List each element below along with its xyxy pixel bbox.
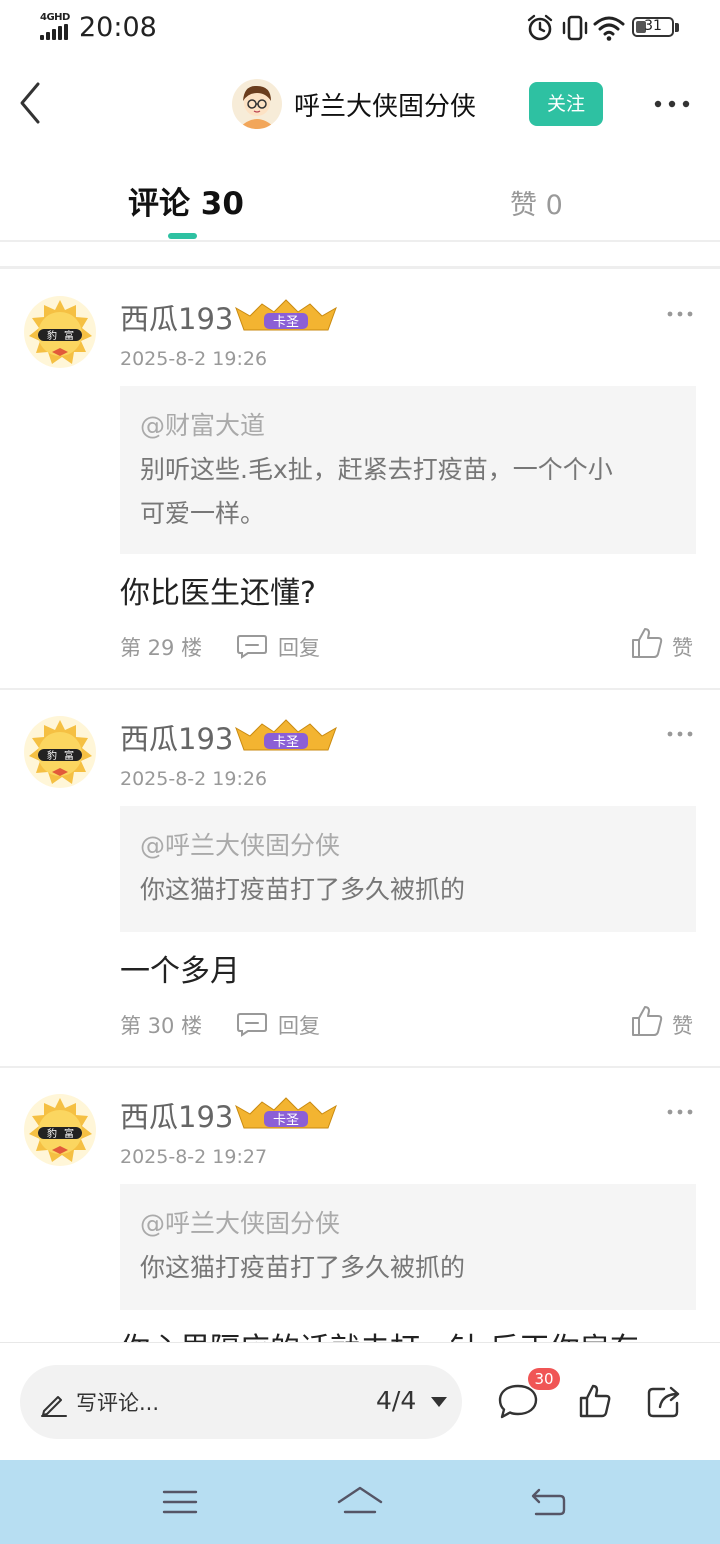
battery-icon: 31	[632, 17, 674, 37]
system-nav-bar	[0, 1460, 720, 1544]
comment-more-icon[interactable]	[666, 728, 694, 740]
tab-likes[interactable]: 赞 0	[510, 183, 563, 222]
quote-mention[interactable]: @呼兰大侠固分侠	[140, 824, 676, 868]
reply-button[interactable]: 回复	[278, 1010, 320, 1040]
like-icon[interactable]	[630, 626, 664, 660]
comment-more-icon[interactable]	[666, 1106, 694, 1118]
user-avatar[interactable]: 豹 富	[24, 1094, 96, 1166]
svg-text:富: 富	[64, 329, 74, 342]
follow-button[interactable]: 关注	[529, 82, 603, 126]
comment-item: 豹 富 西瓜193 卡圣 2025-8-2 19:26 @财富大道 别听这些.毛…	[0, 270, 720, 660]
quote-mention[interactable]: @财富大道	[140, 404, 676, 448]
alarm-icon	[527, 14, 553, 41]
battery-tip	[675, 23, 679, 32]
signal-icon	[40, 24, 70, 40]
tabs-divider	[0, 240, 720, 242]
quoted-comment[interactable]: @呼兰大侠固分侠 你这猫打疫苗打了多久被抓的	[120, 1184, 696, 1310]
quoted-comment[interactable]: @财富大道 别听这些.毛x扯，赶紧去打疫苗，一个个小 可爱一样。	[120, 386, 696, 554]
thumbs-up-icon[interactable]	[578, 1383, 612, 1419]
quote-text-line: 别听这些.毛x扯，赶紧去打疫苗，一个个小	[140, 455, 613, 484]
comment-body: 你心里隔应的话就去打一针 反正你房东	[120, 1324, 640, 1342]
quoted-comment[interactable]: @呼兰大侠固分侠 你这猫打疫苗打了多久被抓的	[120, 806, 696, 932]
avatar-image: 豹 富	[24, 716, 96, 788]
comment-time: 2025-8-2 19:27	[120, 1146, 268, 1168]
comment-username[interactable]: 西瓜193	[120, 1094, 233, 1136]
comment-item: 豹 富 西瓜193 卡圣 2025-8-2 19:27 @呼兰大侠固分侠 你这猫…	[0, 1068, 720, 1342]
comment-compose-field[interactable]: 写评论... 4/4	[20, 1365, 462, 1439]
battery-level: 31	[644, 18, 662, 34]
avatar-image: 豹 富	[24, 296, 96, 368]
user-avatar[interactable]: 豹 富	[24, 716, 96, 788]
compose-placeholder[interactable]: 写评论...	[76, 1387, 159, 1417]
comment-icon[interactable]	[497, 1383, 539, 1421]
network-type: 4GHD	[40, 12, 70, 23]
svg-text:富: 富	[64, 749, 74, 762]
status-time: 20:08	[79, 12, 157, 43]
svg-text:豹: 豹	[47, 749, 57, 762]
tab-comments[interactable]: 评论 30	[128, 178, 244, 223]
status-bar: 4GHD 20:08 31	[0, 0, 720, 56]
comment-time: 2025-8-2 19:26	[120, 768, 268, 790]
tab-indicator	[168, 233, 197, 239]
list-divider	[0, 266, 720, 269]
crown-badge-icon: 卡圣	[235, 1097, 337, 1129]
wifi-icon	[593, 16, 625, 41]
bottom-action-bar: 写评论... 4/4 30	[0, 1342, 720, 1461]
quote-mention[interactable]: @呼兰大侠固分侠	[140, 1202, 676, 1246]
comment-username[interactable]: 西瓜193	[120, 296, 233, 338]
user-avatar[interactable]: 豹 富	[24, 296, 96, 368]
more-icon[interactable]	[652, 92, 692, 116]
comment-body: 你比医生还懂?	[120, 576, 316, 611]
reply-icon[interactable]	[236, 1011, 268, 1037]
floor-number: 第 29 楼	[120, 636, 203, 660]
pen-icon	[41, 1396, 67, 1417]
quote-text-line: 可爱一样。	[140, 499, 266, 528]
comment-item: 豹 富 西瓜193 卡圣 2025-8-2 19:26 @呼兰大侠固分侠 你这猫…	[0, 690, 720, 1068]
author-name[interactable]: 呼兰大侠固分侠	[294, 86, 476, 123]
author-avatar-image	[232, 79, 282, 129]
crown-badge-icon: 卡圣	[235, 719, 337, 751]
quote-text-line: 你这猫打疫苗打了多久被抓的	[140, 1253, 466, 1282]
comment-more-icon[interactable]	[666, 308, 694, 320]
quote-text-line: 你这猫打疫苗打了多久被抓的	[140, 875, 466, 904]
avatar-image: 豹 富	[24, 1094, 96, 1166]
like-button[interactable]: 赞	[672, 1010, 693, 1040]
share-icon[interactable]	[646, 1383, 684, 1419]
comment-username[interactable]: 西瓜193	[120, 716, 233, 758]
badge-label: 卡圣	[273, 735, 299, 750]
crown-badge-icon: 卡圣	[235, 299, 337, 331]
dropdown-caret-icon[interactable]	[430, 1396, 448, 1408]
badge-label: 卡圣	[273, 315, 299, 330]
svg-text:富: 富	[64, 1127, 74, 1140]
vibrate-icon	[562, 15, 588, 41]
menu-icon[interactable]	[160, 1482, 200, 1522]
badge-label: 卡圣	[273, 1113, 299, 1128]
svg-text:豹: 豹	[47, 329, 57, 342]
comment-time: 2025-8-2 19:26	[120, 348, 268, 370]
like-button[interactable]: 赞	[672, 632, 693, 662]
home-icon[interactable]	[336, 1482, 384, 1522]
svg-text:豹: 豹	[47, 1127, 57, 1140]
reply-button[interactable]: 回复	[278, 632, 320, 662]
reply-icon[interactable]	[236, 633, 268, 659]
floor-number: 第 30 楼	[120, 1014, 203, 1038]
page-indicator[interactable]: 4/4	[376, 1386, 416, 1415]
comment-count-badge: 30	[528, 1368, 560, 1390]
comment-body: 一个多月	[120, 954, 240, 989]
like-icon[interactable]	[630, 1004, 664, 1038]
back-icon[interactable]	[14, 80, 50, 126]
author-avatar[interactable]	[232, 79, 282, 129]
back-nav-icon[interactable]	[528, 1482, 568, 1522]
